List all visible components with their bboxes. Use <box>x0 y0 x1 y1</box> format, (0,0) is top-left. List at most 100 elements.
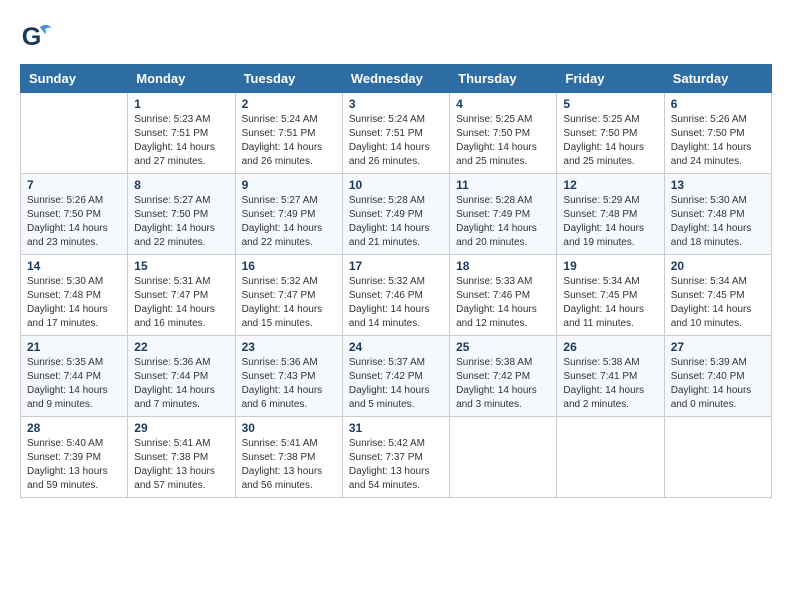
day-number: 7 <box>27 178 121 192</box>
day-number: 15 <box>134 259 228 273</box>
cell-content: Sunrise: 5:33 AM Sunset: 7:46 PM Dayligh… <box>456 275 550 331</box>
cell-content: Sunrise: 5:41 AM Sunset: 7:38 PM Dayligh… <box>242 437 336 493</box>
cell-content: Sunrise: 5:41 AM Sunset: 7:38 PM Dayligh… <box>134 437 228 493</box>
calendar-cell: 12 Sunrise: 5:29 AM Sunset: 7:48 PM Dayli… <box>557 174 664 255</box>
day-number: 1 <box>134 97 228 111</box>
calendar-body: 1 Sunrise: 5:23 AM Sunset: 7:51 PM Daylig… <box>21 93 772 498</box>
calendar-cell: 19 Sunrise: 5:34 AM Sunset: 7:45 PM Dayli… <box>557 255 664 336</box>
cell-content: Sunrise: 5:39 AM Sunset: 7:40 PM Dayligh… <box>671 356 765 412</box>
cell-content: Sunrise: 5:27 AM Sunset: 7:49 PM Dayligh… <box>242 194 336 250</box>
cell-content: Sunrise: 5:36 AM Sunset: 7:44 PM Dayligh… <box>134 356 228 412</box>
cell-content: Sunrise: 5:30 AM Sunset: 7:48 PM Dayligh… <box>671 194 765 250</box>
day-number: 21 <box>27 340 121 354</box>
day-number: 8 <box>134 178 228 192</box>
cell-content: Sunrise: 5:28 AM Sunset: 7:49 PM Dayligh… <box>349 194 443 250</box>
cell-content: Sunrise: 5:37 AM Sunset: 7:42 PM Dayligh… <box>349 356 443 412</box>
day-number: 29 <box>134 421 228 435</box>
calendar-cell: 8 Sunrise: 5:27 AM Sunset: 7:50 PM Daylig… <box>128 174 235 255</box>
day-number: 4 <box>456 97 550 111</box>
calendar-cell: 13 Sunrise: 5:30 AM Sunset: 7:48 PM Dayli… <box>664 174 771 255</box>
calendar-cell: 27 Sunrise: 5:39 AM Sunset: 7:40 PM Dayli… <box>664 336 771 417</box>
cell-content: Sunrise: 5:24 AM Sunset: 7:51 PM Dayligh… <box>349 113 443 169</box>
cell-content: Sunrise: 5:42 AM Sunset: 7:37 PM Dayligh… <box>349 437 443 493</box>
calendar-cell: 24 Sunrise: 5:37 AM Sunset: 7:42 PM Dayli… <box>342 336 449 417</box>
day-number: 14 <box>27 259 121 273</box>
calendar-cell: 1 Sunrise: 5:23 AM Sunset: 7:51 PM Daylig… <box>128 93 235 174</box>
page-header: G <box>20 20 772 56</box>
week-row-3: 14 Sunrise: 5:30 AM Sunset: 7:48 PM Dayli… <box>21 255 772 336</box>
week-row-5: 28 Sunrise: 5:40 AM Sunset: 7:39 PM Dayli… <box>21 417 772 498</box>
calendar-cell: 16 Sunrise: 5:32 AM Sunset: 7:47 PM Dayli… <box>235 255 342 336</box>
day-number: 20 <box>671 259 765 273</box>
day-number: 16 <box>242 259 336 273</box>
calendar-cell: 2 Sunrise: 5:24 AM Sunset: 7:51 PM Daylig… <box>235 93 342 174</box>
calendar-cell <box>664 417 771 498</box>
calendar-cell: 30Sunrise: 5:41 AM Sunset: 7:38 PM Dayli… <box>235 417 342 498</box>
calendar-cell: 21 Sunrise: 5:35 AM Sunset: 7:44 PM Dayli… <box>21 336 128 417</box>
day-number: 26 <box>563 340 657 354</box>
day-number: 5 <box>563 97 657 111</box>
calendar-cell: 11 Sunrise: 5:28 AM Sunset: 7:49 PM Dayli… <box>450 174 557 255</box>
day-number: 31 <box>349 421 443 435</box>
day-number: 13 <box>671 178 765 192</box>
cell-content: Sunrise: 5:27 AM Sunset: 7:50 PM Dayligh… <box>134 194 228 250</box>
cell-content: Sunrise: 5:36 AM Sunset: 7:43 PM Dayligh… <box>242 356 336 412</box>
day-header-tuesday: Tuesday <box>235 65 342 93</box>
cell-content: Sunrise: 5:25 AM Sunset: 7:50 PM Dayligh… <box>456 113 550 169</box>
day-number: 12 <box>563 178 657 192</box>
calendar-cell: 22 Sunrise: 5:36 AM Sunset: 7:44 PM Dayli… <box>128 336 235 417</box>
calendar-cell: 31 Sunrise: 5:42 AM Sunset: 7:37 PM Dayli… <box>342 417 449 498</box>
cell-content: Sunrise: 5:28 AM Sunset: 7:49 PM Dayligh… <box>456 194 550 250</box>
calendar-cell: 3Sunrise: 5:24 AM Sunset: 7:51 PM Daylig… <box>342 93 449 174</box>
cell-content: Sunrise: 5:26 AM Sunset: 7:50 PM Dayligh… <box>27 194 121 250</box>
day-number: 27 <box>671 340 765 354</box>
calendar-cell: 6Sunrise: 5:26 AM Sunset: 7:50 PM Daylig… <box>664 93 771 174</box>
cell-content: Sunrise: 5:40 AM Sunset: 7:39 PM Dayligh… <box>27 437 121 493</box>
calendar-cell: 20 Sunrise: 5:34 AM Sunset: 7:45 PM Dayli… <box>664 255 771 336</box>
day-number: 25 <box>456 340 550 354</box>
logo-icon: G <box>20 20 56 56</box>
day-number: 19 <box>563 259 657 273</box>
day-number: 11 <box>456 178 550 192</box>
day-header-sunday: Sunday <box>21 65 128 93</box>
calendar-cell: 25 Sunrise: 5:38 AM Sunset: 7:42 PM Dayli… <box>450 336 557 417</box>
day-number: 9 <box>242 178 336 192</box>
day-number: 10 <box>349 178 443 192</box>
day-header-monday: Monday <box>128 65 235 93</box>
cell-content: Sunrise: 5:32 AM Sunset: 7:46 PM Dayligh… <box>349 275 443 331</box>
header-row: SundayMondayTuesdayWednesdayThursdayFrid… <box>21 65 772 93</box>
calendar-cell: 28 Sunrise: 5:40 AM Sunset: 7:39 PM Dayli… <box>21 417 128 498</box>
cell-content: Sunrise: 5:34 AM Sunset: 7:45 PM Dayligh… <box>563 275 657 331</box>
cell-content: Sunrise: 5:29 AM Sunset: 7:48 PM Dayligh… <box>563 194 657 250</box>
cell-content: Sunrise: 5:25 AM Sunset: 7:50 PM Dayligh… <box>563 113 657 169</box>
calendar-cell: 9 Sunrise: 5:27 AM Sunset: 7:49 PM Daylig… <box>235 174 342 255</box>
day-number: 18 <box>456 259 550 273</box>
calendar-cell <box>557 417 664 498</box>
day-header-friday: Friday <box>557 65 664 93</box>
day-number: 22 <box>134 340 228 354</box>
day-number: 24 <box>349 340 443 354</box>
cell-content: Sunrise: 5:35 AM Sunset: 7:44 PM Dayligh… <box>27 356 121 412</box>
day-number: 2 <box>242 97 336 111</box>
cell-content: Sunrise: 5:32 AM Sunset: 7:47 PM Dayligh… <box>242 275 336 331</box>
cell-content: Sunrise: 5:38 AM Sunset: 7:42 PM Dayligh… <box>456 356 550 412</box>
cell-content: Sunrise: 5:34 AM Sunset: 7:45 PM Dayligh… <box>671 275 765 331</box>
cell-content: Sunrise: 5:30 AM Sunset: 7:48 PM Dayligh… <box>27 275 121 331</box>
calendar-cell: 18 Sunrise: 5:33 AM Sunset: 7:46 PM Dayli… <box>450 255 557 336</box>
logo: G <box>20 20 58 56</box>
svg-text:G: G <box>22 23 42 51</box>
cell-content: Sunrise: 5:23 AM Sunset: 7:51 PM Dayligh… <box>134 113 228 169</box>
day-number: 17 <box>349 259 443 273</box>
day-header-thursday: Thursday <box>450 65 557 93</box>
week-row-1: 1 Sunrise: 5:23 AM Sunset: 7:51 PM Daylig… <box>21 93 772 174</box>
week-row-2: 7 Sunrise: 5:26 AM Sunset: 7:50 PM Daylig… <box>21 174 772 255</box>
calendar-cell: 23Sunrise: 5:36 AM Sunset: 7:43 PM Dayli… <box>235 336 342 417</box>
week-row-4: 21 Sunrise: 5:35 AM Sunset: 7:44 PM Dayli… <box>21 336 772 417</box>
calendar-cell: 26 Sunrise: 5:38 AM Sunset: 7:41 PM Dayli… <box>557 336 664 417</box>
calendar-table: SundayMondayTuesdayWednesdayThursdayFrid… <box>20 64 772 498</box>
cell-content: Sunrise: 5:31 AM Sunset: 7:47 PM Dayligh… <box>134 275 228 331</box>
cell-content: Sunrise: 5:24 AM Sunset: 7:51 PM Dayligh… <box>242 113 336 169</box>
cell-content: Sunrise: 5:38 AM Sunset: 7:41 PM Dayligh… <box>563 356 657 412</box>
day-number: 28 <box>27 421 121 435</box>
calendar-cell: 4 Sunrise: 5:25 AM Sunset: 7:50 PM Daylig… <box>450 93 557 174</box>
